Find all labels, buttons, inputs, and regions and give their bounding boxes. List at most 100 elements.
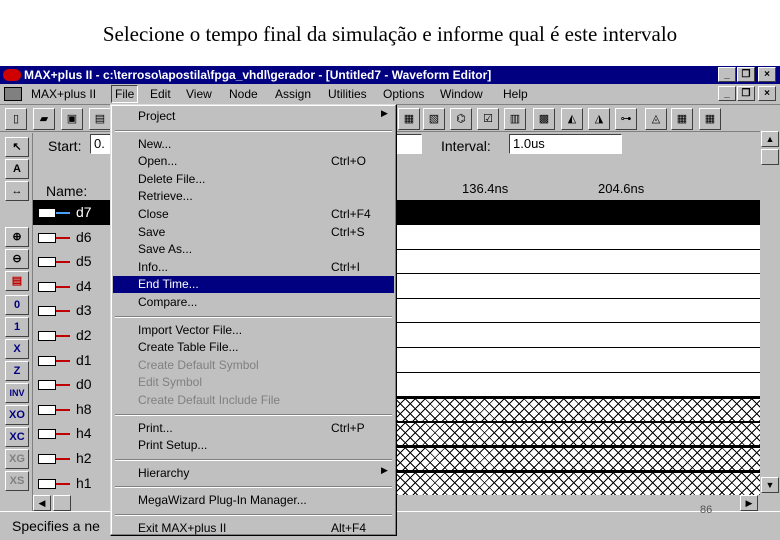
overwrite-count-icon[interactable]: XO	[5, 405, 29, 425]
doc-minimize-button[interactable]: _	[718, 86, 736, 101]
scroll-thumb[interactable]	[761, 149, 779, 165]
open-folder-icon[interactable]: ▰	[33, 108, 55, 130]
menu-item-project[interactable]: Project ▶	[113, 108, 394, 125]
menu-item-create-default-symbol[interactable]: Create Default Symbol	[113, 357, 394, 374]
overwrite-state-icon[interactable]: XS	[5, 471, 29, 491]
grid-icon[interactable]: ▦	[671, 108, 693, 130]
menu-item-close[interactable]: Close Ctrl+F4	[113, 206, 394, 223]
scroll-up-icon[interactable]: ▲	[761, 131, 779, 147]
signal-row[interactable]: d1	[33, 348, 110, 373]
menu-window[interactable]: Window	[440, 87, 483, 101]
scroll-down-icon[interactable]: ▼	[761, 477, 779, 493]
high-impedance-icon[interactable]: Z	[5, 361, 29, 381]
end-field[interactable]	[396, 134, 422, 154]
signal-row[interactable]: h8	[33, 397, 110, 422]
node-replace-icon[interactable]: ◮	[588, 108, 610, 130]
signal-row[interactable]: d0	[33, 372, 110, 397]
snap-grid-icon[interactable]: ▦	[699, 108, 721, 130]
start-field[interactable]: 0.	[90, 134, 112, 154]
doc-close-button[interactable]: ×	[758, 86, 776, 101]
zoom-in-icon[interactable]: ⊕	[5, 227, 29, 247]
pin-wire	[56, 286, 70, 288]
signal-row[interactable]: h4	[33, 421, 110, 446]
signal-row[interactable]: d5	[33, 249, 110, 274]
menu-assign[interactable]: Assign	[275, 87, 311, 101]
scroll-right-icon[interactable]: ▶	[740, 495, 758, 511]
menu-maxplus[interactable]: MAX+plus II	[31, 87, 96, 101]
dont-care-icon[interactable]: X	[5, 339, 29, 359]
group-icon[interactable]: ⊶	[615, 108, 637, 130]
document-icon[interactable]	[4, 87, 22, 101]
hierarchy-icon[interactable]: ⌬	[450, 108, 472, 130]
menu-item-exit-max-plus-ii[interactable]: Exit MAX+plus II Alt+F4	[113, 520, 394, 537]
ungroup-icon[interactable]: ◬	[645, 108, 667, 130]
compiler-icon[interactable]: ▦	[398, 108, 420, 130]
scroll-thumb-h[interactable]	[53, 495, 71, 511]
menu-edit[interactable]: Edit	[150, 87, 171, 101]
vertical-scrollbar[interactable]: ▲ ▼	[760, 131, 780, 495]
simulator-icon[interactable]: ▧	[423, 108, 445, 130]
signal-row[interactable]: d4	[33, 274, 110, 299]
zoom-out-icon[interactable]: ⊖	[5, 249, 29, 269]
menu-item-import-vector-file[interactable]: Import Vector File...	[113, 322, 394, 339]
text-tool-icon[interactable]: A	[5, 159, 29, 179]
menu-item-label: Delete File...	[138, 171, 206, 186]
menu-item-megawizard-plug-in-manager[interactable]: MegaWizard Plug-In Manager...	[113, 492, 394, 509]
new-file-icon[interactable]: ▯	[5, 108, 27, 130]
signal-row[interactable]: d6	[33, 225, 110, 250]
close-button[interactable]: ×	[758, 67, 776, 82]
interval-field[interactable]: 1.0us	[509, 134, 622, 154]
signal-row[interactable]: d2	[33, 323, 110, 348]
pin-wire	[56, 433, 70, 435]
menu-item-create-default-include-file[interactable]: Create Default Include File	[113, 392, 394, 409]
timing-icon[interactable]: ▥	[504, 108, 526, 130]
print-icon[interactable]: ▤	[89, 108, 111, 130]
menu-item-info[interactable]: Info... Ctrl+I	[113, 259, 394, 276]
selection-arrow-icon[interactable]: ↖	[5, 137, 29, 157]
menu-file[interactable]: File	[111, 85, 139, 103]
menu-item-create-table-file[interactable]: Create Table File...	[113, 339, 394, 356]
menu-view[interactable]: View	[186, 87, 212, 101]
menu-item-delete-file[interactable]: Delete File...	[113, 171, 394, 188]
minimize-button[interactable]: _	[718, 67, 736, 82]
menu-item-print-setup[interactable]: Print Setup...	[113, 437, 394, 454]
high-value-icon[interactable]: 1	[5, 317, 29, 337]
check-icon[interactable]: ☑	[477, 108, 499, 130]
output-pin-icon	[38, 454, 56, 464]
signal-row[interactable]: h2	[33, 446, 110, 471]
menu-item-label: Close	[138, 207, 169, 221]
node-find-icon[interactable]: ◭	[561, 108, 583, 130]
menu-item-end-time[interactable]: End Time...	[113, 276, 394, 294]
overwrite-clock-icon[interactable]: XC	[5, 427, 29, 447]
menu-separator	[115, 514, 392, 516]
menu-item-open[interactable]: Open... Ctrl+O	[113, 153, 394, 170]
title-bar[interactable]: MAX+plus II - c:\terroso\apostila\fpga_v…	[0, 66, 780, 84]
signal-row[interactable]: d7	[33, 200, 110, 225]
menu-item-retrieve[interactable]: Retrieve...	[113, 188, 394, 205]
low-value-icon[interactable]: 0	[5, 295, 29, 315]
menu-help[interactable]: Help	[503, 87, 528, 101]
menu-options[interactable]: Options	[383, 87, 424, 101]
menu-item-save[interactable]: Save Ctrl+S	[113, 224, 394, 241]
menu-item-edit-symbol[interactable]: Edit Symbol	[113, 374, 394, 391]
signal-row[interactable]: d3	[33, 298, 110, 323]
menu-item-print[interactable]: Print... Ctrl+P	[113, 420, 394, 437]
overwrite-group-icon[interactable]: XG	[5, 449, 29, 469]
menu-item-compare[interactable]: Compare...	[113, 294, 394, 311]
app-logo-icon[interactable]	[3, 69, 21, 81]
menu-item-new[interactable]: New...	[113, 136, 394, 153]
fit-window-icon[interactable]: ▤	[5, 271, 29, 291]
signal-row[interactable]: h1	[33, 471, 110, 496]
scroll-left-icon[interactable]: ◀	[33, 495, 51, 511]
save-disk-icon[interactable]: ▣	[61, 108, 83, 130]
stretch-icon[interactable]: ↔	[5, 181, 29, 201]
interval-label: Interval:	[441, 138, 491, 154]
menu-item-hierarchy[interactable]: Hierarchy ▶	[113, 465, 394, 482]
programmer-icon[interactable]: ▩	[533, 108, 555, 130]
menu-utilities[interactable]: Utilities	[328, 87, 367, 101]
menu-item-save-as[interactable]: Save As...	[113, 241, 394, 258]
doc-restore-button[interactable]: ❐	[737, 86, 755, 101]
invert-icon[interactable]: INV	[5, 383, 29, 403]
menu-node[interactable]: Node	[229, 87, 258, 101]
restore-button[interactable]: ❐	[737, 67, 755, 82]
